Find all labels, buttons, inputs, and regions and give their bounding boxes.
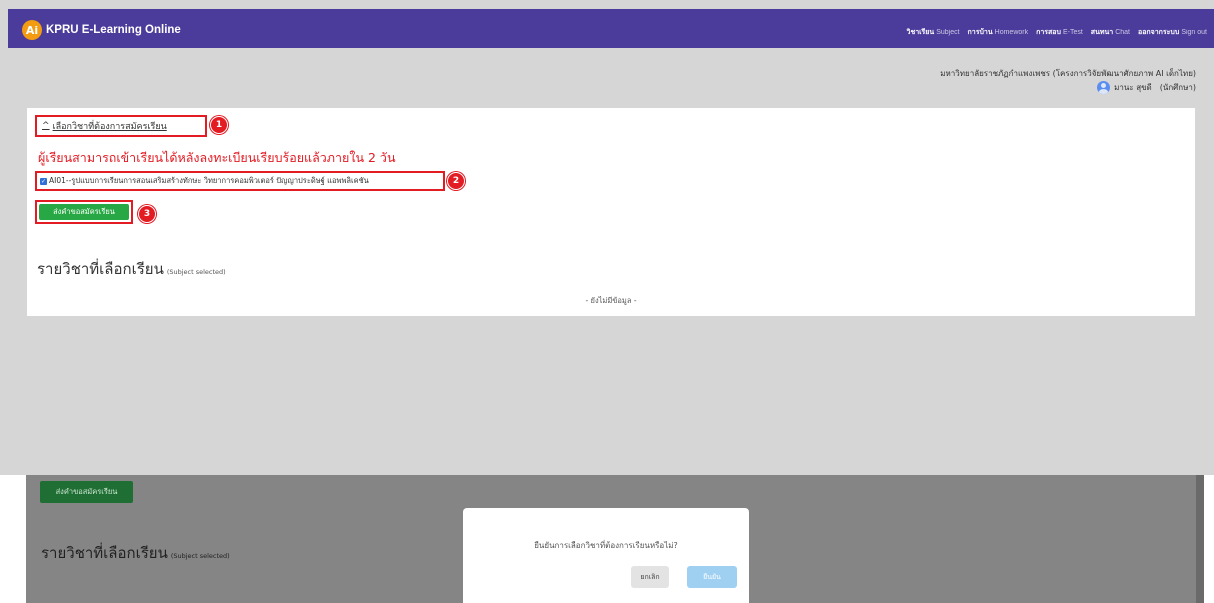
select-subject-toggle[interactable]: ^ เลือกวิชาที่ต้องการสมัครเรียน (35, 115, 207, 137)
empty-state: - ยังไม่มีข้อมูล - (585, 296, 637, 305)
user-info[interactable]: มานะ สุขดี (นักศึกษา) (1097, 81, 1196, 94)
dimmed-selected-title: รายวิชาที่เลือกเรียน (Subject selected) (41, 544, 230, 562)
brand[interactable]: Ai KPRU E-Learning Online (22, 20, 181, 40)
cancel-button[interactable]: ยกเลิก (631, 566, 669, 588)
user-role: (นักศึกษา) (1159, 83, 1196, 92)
step-badge-1: 1 (210, 116, 228, 134)
dimmed-submit-button: ส่งคำขอสมัครเรียน (40, 481, 133, 503)
nav-subject[interactable]: วิชาเรียน Subject (907, 27, 960, 38)
enroll-notice: ผู้เรียนสามารถเข้าเรียนได้หลังลงทะเบียนเ… (38, 150, 396, 165)
course-checkbox-row[interactable]: ✓ AI01--รูปแบบการเรียนการสอนเสริมสร้างทั… (35, 171, 445, 191)
dimmed-edge (1196, 475, 1204, 603)
confirm-button[interactable]: ยืนยัน (687, 566, 737, 588)
chevron-up-icon: ^ (42, 121, 50, 131)
confirm-dialog: ยืนยันการเลือกวิชาที่ต้องการเรียนหรือไม่… (463, 508, 749, 603)
select-subject-label: เลือกวิชาที่ต้องการสมัครเรียน (52, 122, 167, 132)
submit-enroll-button[interactable]: ส่งคำขอสมัครเรียน (39, 204, 129, 220)
confirm-message: ยืนยันการเลือกวิชาที่ต้องการเรียนหรือไม่… (534, 541, 678, 550)
university-name: มหาวิทยาลัยราชภัฏกำแพงเพชร (โครงการวิจัย… (940, 69, 1196, 78)
nav-chat[interactable]: สนทนา Chat (1091, 27, 1130, 38)
step-badge-3: 3 (138, 205, 156, 223)
checkbox-checked-icon[interactable]: ✓ (40, 177, 47, 185)
user-avatar-icon (1097, 81, 1111, 94)
nav-menu: วิชาเรียน Subject การบ้าน Homework การสอบ E… (907, 27, 1207, 38)
step-badge-2: 2 (447, 172, 465, 190)
ai-logo-icon: Ai (22, 20, 42, 40)
selected-subjects-title: รายวิชาที่เลือกเรียน (Subject selected) (37, 260, 226, 278)
submit-highlight: ส่งคำขอสมัครเรียน (35, 200, 133, 224)
course-option-label: AI01--รูปแบบการเรียนการสอนเสริมสร้างทักษ… (49, 176, 369, 185)
nav-homework[interactable]: การบ้าน Homework (968, 27, 1029, 38)
nav-signout[interactable]: ออกจากระบบ Sign out (1138, 27, 1207, 38)
enroll-card: ^ เลือกวิชาที่ต้องการสมัครเรียน 1 ผู้เรี… (27, 108, 1195, 316)
user-name: มานะ สุขดี (1114, 83, 1152, 92)
app-title: KPRU E-Learning Online (46, 24, 181, 36)
nav-etest[interactable]: การสอบ E-Test (1036, 27, 1083, 38)
top-navbar: Ai KPRU E-Learning Online วิชาเรียน Subje… (8, 9, 1214, 48)
